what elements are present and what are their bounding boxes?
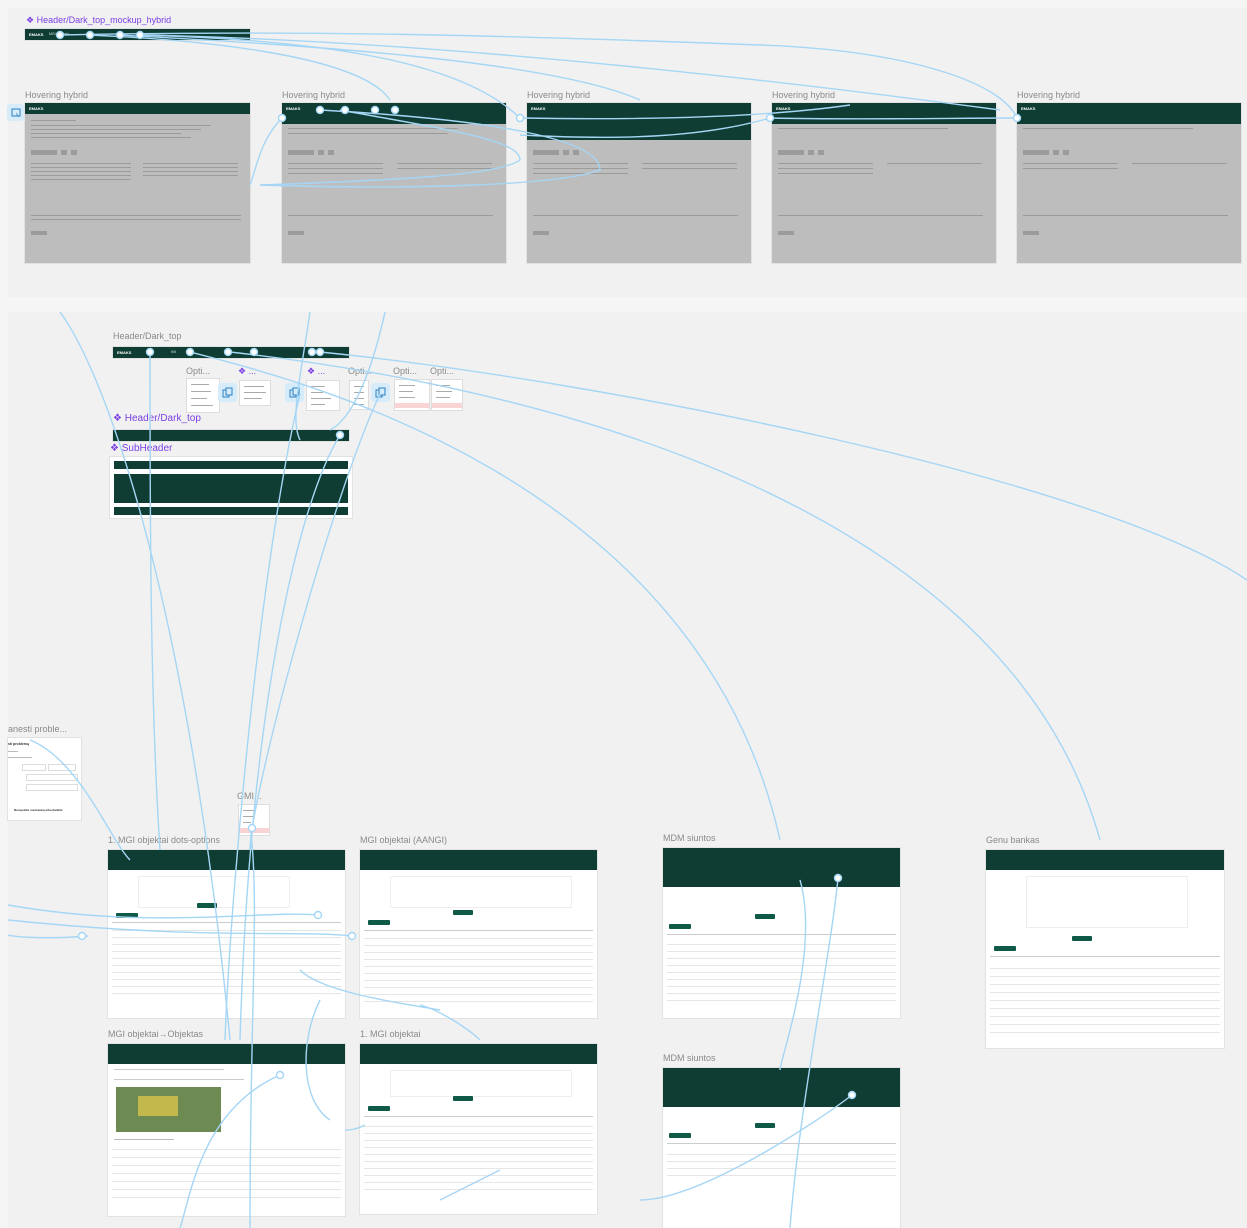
options-label-2: Opti...: [348, 366, 373, 376]
subheader-component[interactable]: [110, 457, 352, 518]
header-dark-top-component[interactable]: EMAKS Kiti: [113, 347, 349, 358]
gmi-label: GMI...: [237, 791, 262, 801]
options-label-1: Opti...: [186, 366, 211, 376]
upload-label[interactable]: Nusiųskite nuotrauką arba įkelkite: [14, 808, 63, 812]
options-dropdown-gmi[interactable]: [239, 805, 269, 835]
options-dropdown-1[interactable]: [187, 379, 219, 412]
hover-frame-2[interactable]: EMAKS: [282, 103, 506, 263]
hover-frame-5[interactable]: EMAKS: [1017, 103, 1241, 263]
component-label-header-mockup: ❖ Header/Dark_top_mockup_hybrid: [26, 15, 172, 25]
frame-title-hover-5: Hovering hybrid: [1017, 90, 1081, 100]
screen-title-mdm-1: MDM siuntos: [663, 833, 716, 843]
screen-mdm-1[interactable]: [663, 848, 900, 1018]
screen-title-mgi-dots: 1. MGI objektai dots-options: [108, 835, 221, 845]
frame-title-hover-4: Hovering hybrid: [772, 90, 836, 100]
interaction-hotspot-icon[interactable]: [371, 383, 390, 402]
frame-title-hover-1: Hovering hybrid: [25, 90, 89, 100]
component-label-header-dark-top-2: ❖ Header/Dark_top: [113, 413, 201, 424]
component-ellipsis-2: ❖ ...: [307, 366, 326, 376]
options-dropdown-5[interactable]: [395, 380, 429, 410]
screen-mgi-aangi[interactable]: [360, 850, 597, 1018]
component-title-header-dark-top: Header/Dark_top: [113, 331, 182, 341]
report-problem-frame[interactable]: sti problemą Nusiųskite nuotrauką arba į…: [8, 738, 81, 820]
header-mockup-component[interactable]: EMAKS MGI objektai: [25, 29, 250, 40]
frame-title-hover-3: Hovering hybrid: [527, 90, 591, 100]
screen-mgi-objektas[interactable]: [108, 1044, 345, 1216]
options-dropdown-2[interactable]: [240, 381, 270, 405]
interaction-hotspot-icon[interactable]: [7, 104, 24, 121]
hover-frame-1[interactable]: EMAKS: [25, 103, 250, 263]
interaction-hotspot-icon[interactable]: [285, 383, 304, 402]
screen-title-mgi-1: 1. MGI objektai: [360, 1029, 421, 1039]
screen-genu-bankas[interactable]: [986, 850, 1224, 1048]
options-dropdown-3[interactable]: [307, 381, 339, 410]
options-dropdown-6[interactable]: [432, 380, 462, 410]
interaction-hotspot-icon[interactable]: [218, 383, 237, 402]
screen-mgi-dots[interactable]: [108, 850, 345, 1018]
component-ellipsis-1: ❖ ...: [238, 366, 257, 376]
screen-title-mdm-2: MDM siuntos: [663, 1053, 716, 1063]
component-label-subheader: ❖ SubHeader: [110, 443, 173, 454]
screen-mgi-1[interactable]: [360, 1044, 597, 1214]
frame-title-hover-2: Hovering hybrid: [282, 90, 346, 100]
options-dropdown-4[interactable]: [350, 381, 368, 409]
options-label-4: Opti...: [430, 366, 455, 376]
hover-frame-3[interactable]: EMAKS: [527, 103, 751, 263]
screen-title-mgi-aangi: MGI objektai (AANGI): [360, 835, 448, 845]
frame-title-report: anesti proble...: [8, 724, 68, 734]
screen-mdm-2[interactable]: [663, 1068, 900, 1228]
screen-title-mgi-objektas: MGI objektai→Objektas: [108, 1029, 204, 1039]
report-heading: sti problemą: [8, 742, 29, 746]
header-dark-top-variant[interactable]: [113, 430, 349, 441]
hover-frame-4[interactable]: EMAKS: [772, 103, 996, 263]
screen-title-genu-bankas: Genu bankas: [986, 835, 1040, 845]
options-label-3: Opti...: [393, 366, 418, 376]
